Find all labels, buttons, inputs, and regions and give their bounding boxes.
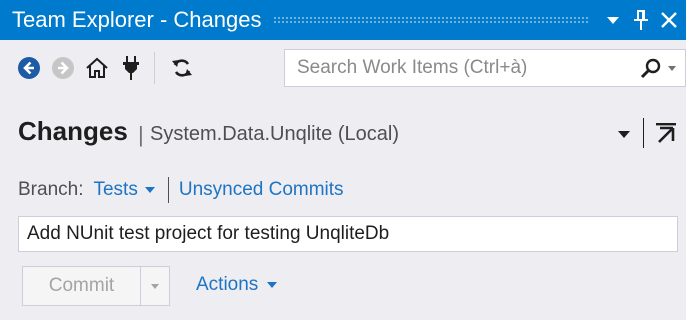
branch-row: Branch: Tests Unsynced Commits [18,176,344,204]
close-icon [661,12,677,28]
page-subtitle: System.Data.Unqlite (Local) [150,123,399,145]
search-options-arrow-icon [668,66,676,71]
chevron-down-icon [267,282,278,288]
forward-icon [52,57,74,79]
page-menu-button[interactable] [614,122,634,146]
home-button[interactable] [80,50,114,86]
pin-button[interactable] [630,6,652,34]
title-separator: | [138,122,144,147]
toolbar [0,40,686,96]
link-separator [167,177,169,203]
dropdown-arrow-icon [607,17,619,24]
connect-icon [123,56,139,80]
window-title: Team Explorer - Changes [12,7,262,32]
search-button[interactable] [639,56,677,82]
branch-label: Branch: [18,179,84,200]
dropdown-arrow-icon [618,131,630,138]
refresh-button[interactable] [165,50,199,86]
search-icon [640,58,661,79]
window-menu-button[interactable] [602,6,624,34]
toolbar-separator [154,52,155,84]
undock-icon [656,123,676,143]
branch-selector[interactable]: Tests [93,179,155,201]
commit-button[interactable]: Commit [23,267,141,305]
pin-icon [634,10,648,30]
forward-button[interactable] [46,50,80,86]
drag-grip[interactable] [273,16,588,24]
commit-split-button: Commit [22,266,170,306]
close-button[interactable] [658,6,680,34]
undock-button[interactable] [651,118,681,148]
back-button[interactable] [12,50,46,86]
connect-button[interactable] [114,50,148,86]
refresh-icon [172,59,192,77]
team-explorer-window: Team Explorer - Changes Search Work Item… [0,0,686,320]
commit-message-input[interactable] [18,216,678,252]
title-bar[interactable]: Team Explorer - Changes [0,0,686,40]
header-divider [643,118,644,148]
branch-name: Tests [93,179,138,200]
actions-label: Actions [196,274,259,295]
search-work-items-box [284,49,686,87]
page-title[interactable]: Changes [18,116,128,147]
actions-menu-button[interactable]: Actions [196,274,278,296]
search-input[interactable] [295,56,599,80]
back-icon [18,57,40,79]
commit-options-button[interactable] [141,267,169,305]
chevron-down-icon [151,283,159,289]
chevron-down-icon [144,187,155,193]
page-header: Changes | System.Data.Unqlite (Local) [0,114,686,154]
unsynced-commits-link[interactable]: Unsynced Commits [179,179,344,201]
home-icon [86,57,108,78]
